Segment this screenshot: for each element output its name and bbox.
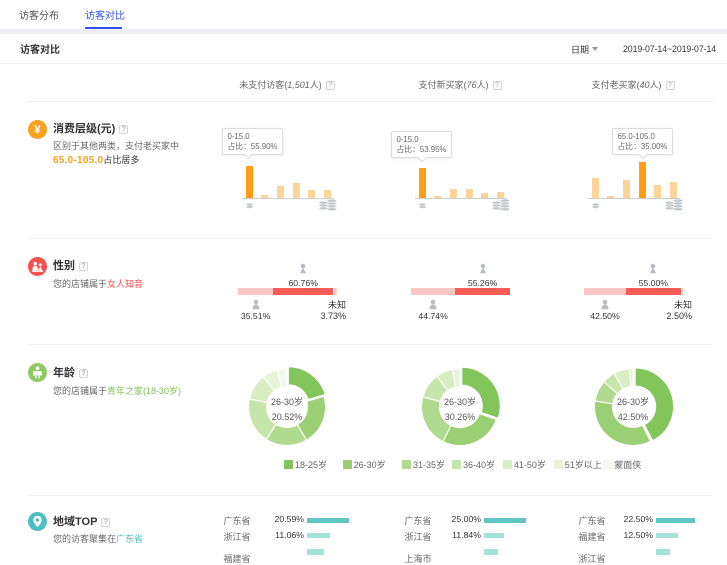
svg-text:¥: ¥ [34, 124, 41, 136]
